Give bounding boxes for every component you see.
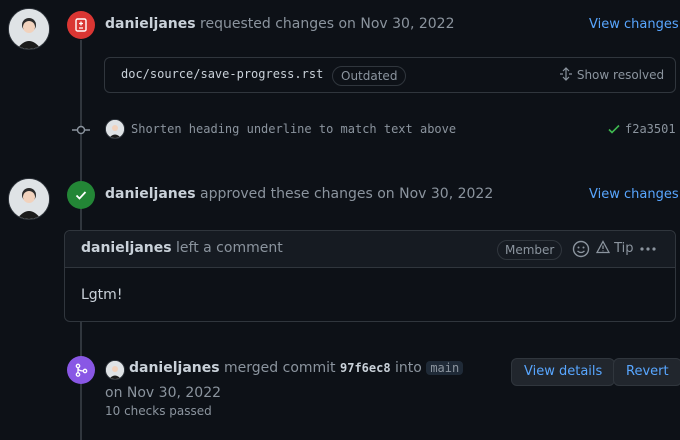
comment-body: Lgtm! (81, 287, 123, 303)
unfold-icon (559, 67, 577, 82)
review-event-text: danieljanes approved these changes on No… (105, 186, 493, 202)
checks-status[interactable]: 10 checks passed (105, 404, 212, 418)
merge-into: into (395, 360, 422, 376)
merge-commit-sha[interactable]: 97f6ec8 (340, 361, 391, 375)
show-resolved-label: Show resolved (576, 68, 665, 82)
comment-action: left a comment (176, 240, 283, 256)
emoji-reaction-icon[interactable] (572, 240, 590, 258)
branch-name[interactable]: main (426, 361, 464, 375)
comment-heading: danieljanes left a comment (81, 240, 283, 256)
review-file-box: doc/source/save-progress.rst Outdated Sh… (104, 57, 676, 93)
revert-button[interactable]: Revert (613, 358, 680, 386)
commit-icon (72, 122, 90, 138)
check-icon (607, 122, 621, 136)
commit-message[interactable]: Shorten heading underline to match text … (131, 122, 456, 136)
commit-sha[interactable]: f2a3501 (625, 122, 676, 136)
author-link[interactable]: danieljanes (105, 16, 196, 32)
merger-avatar[interactable] (105, 360, 125, 380)
merge-date: on Nov 30, 2022 (105, 385, 222, 401)
author-link[interactable]: danieljanes (105, 186, 196, 202)
review-comment: danieljanes left a comment Member Tip Lg… (64, 230, 676, 322)
avatar[interactable] (8, 8, 50, 50)
comment-author[interactable]: danieljanes (81, 240, 172, 256)
avatar[interactable] (8, 178, 50, 220)
approved-check-icon (67, 181, 95, 209)
changes-requested-icon (67, 11, 95, 39)
review-action: requested changes on Nov 30, 2022 (200, 16, 455, 32)
view-details-button[interactable]: View details (511, 358, 616, 386)
tip-label: Tip (614, 241, 634, 256)
merge-action: merged commit (224, 360, 336, 376)
member-badge: Member (497, 240, 563, 260)
kebab-menu-icon[interactable] (638, 238, 658, 260)
avatar-image (9, 9, 49, 49)
alert-icon (595, 240, 614, 256)
view-changes-link[interactable]: View changes (589, 17, 679, 32)
merged-icon (67, 356, 95, 384)
view-changes-link[interactable]: View changes (589, 187, 679, 202)
merge-event-text: danieljanes merged commit 97f6ec8 into m… (129, 360, 464, 376)
comment-header: danieljanes left a comment Member Tip (65, 231, 675, 268)
author-link[interactable]: danieljanes (129, 360, 220, 376)
commit-author-avatar[interactable] (105, 119, 125, 139)
file-path[interactable]: doc/source/save-progress.rst (121, 67, 323, 81)
show-resolved-button[interactable]: Show resolved (559, 67, 664, 82)
tip-button[interactable]: Tip (595, 240, 634, 256)
outdated-badge: Outdated (332, 66, 407, 86)
review-action: approved these changes on Nov 30, 2022 (200, 186, 494, 202)
review-event-text: danieljanes requested changes on Nov 30,… (105, 16, 454, 32)
